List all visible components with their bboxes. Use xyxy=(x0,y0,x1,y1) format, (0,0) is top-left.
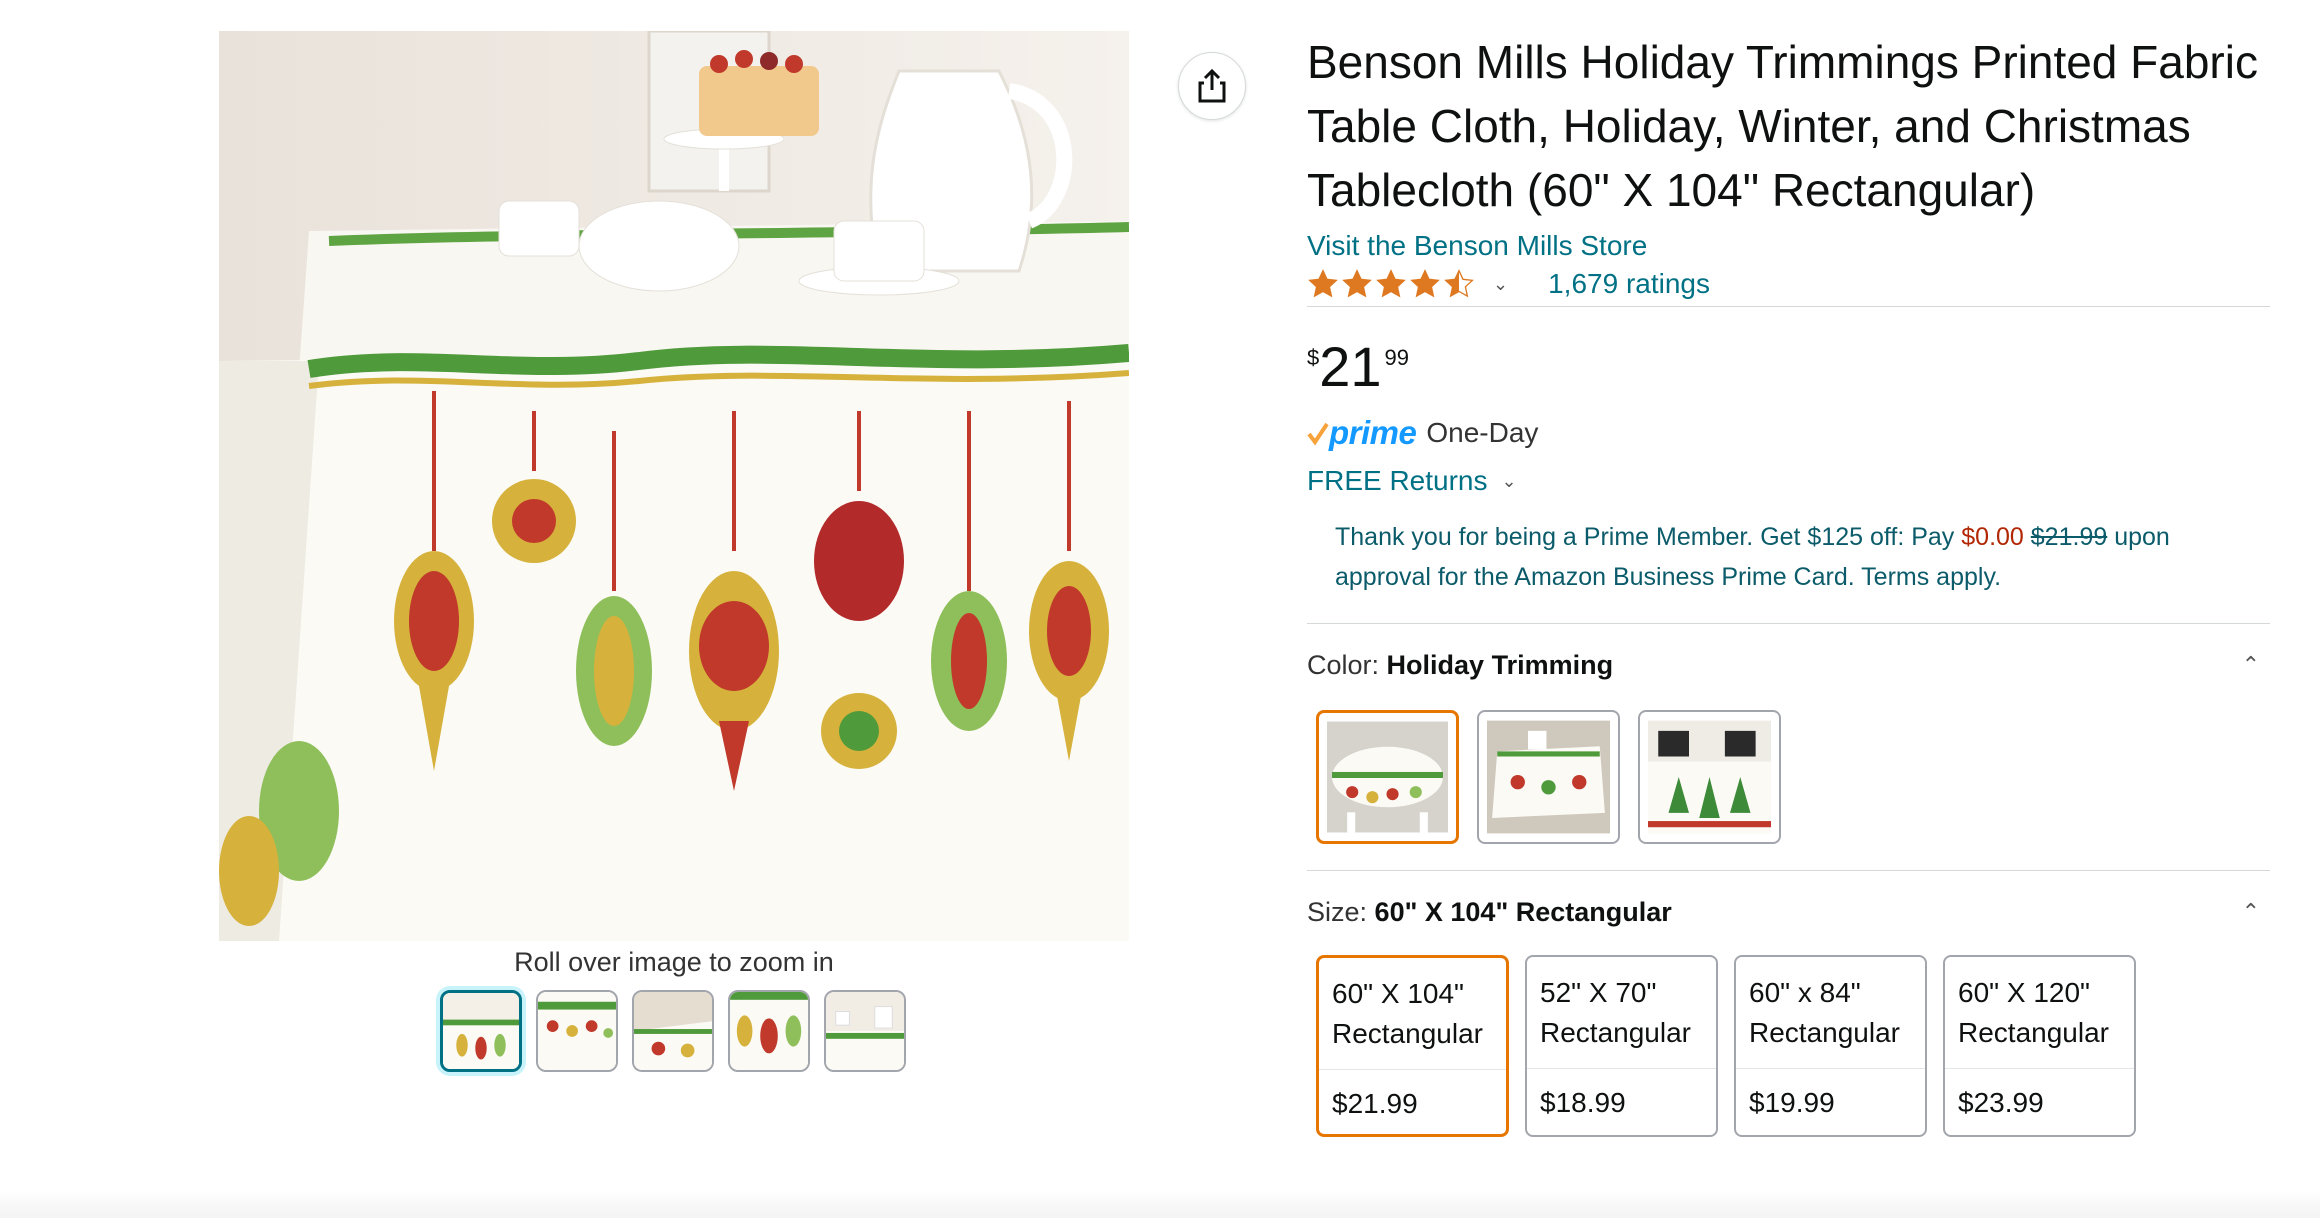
page-bottom-edge xyxy=(0,1190,2320,1218)
divider xyxy=(1307,306,2270,307)
promo-pay-amount: $0.00 xyxy=(1961,523,2024,551)
size-price: $23.99 xyxy=(1958,1087,2044,1118)
size-price: $19.99 xyxy=(1749,1087,1835,1118)
share-icon xyxy=(1198,68,1226,103)
store-link[interactable]: Visit the Benson Mills Store xyxy=(1307,228,2272,264)
promo-original-amount: $21.99 xyxy=(2030,523,2108,551)
half-star-icon xyxy=(1444,269,1474,298)
price-fraction: 99 xyxy=(1384,345,1410,370)
chevron-up-icon[interactable]: ⌃ xyxy=(2242,652,2260,678)
size-shape: Rectangular xyxy=(1749,1017,1900,1048)
size-option-52x70[interactable]: 52" X 70" Rectangular $18.99 xyxy=(1525,955,1718,1137)
price-symbol: $ xyxy=(1307,345,1320,370)
rating-row: ⌄ 1,679 ratings xyxy=(1307,264,2272,304)
thumbnail-2[interactable] xyxy=(536,990,618,1072)
star-icon xyxy=(1308,269,1338,298)
size-shape: Rectangular xyxy=(1958,1017,2109,1048)
size-dimension: 60" x 84" xyxy=(1749,977,1861,1008)
free-returns-link[interactable]: FREE Returns xyxy=(1307,465,1488,497)
size-label: Size: 60" X 104" Rectangular xyxy=(1307,896,1672,927)
star-icon xyxy=(1376,269,1406,298)
ratings-count-link[interactable]: 1,679 ratings xyxy=(1548,268,1710,300)
chevron-down-icon[interactable]: ⌄ xyxy=(1493,274,1508,295)
one-day-label: One-Day xyxy=(1426,417,1539,448)
size-shape: Rectangular xyxy=(1332,1018,1483,1049)
thumbnail-1[interactable] xyxy=(440,990,522,1072)
size-dimension: 60" X 120" xyxy=(1958,977,2090,1008)
size-option-60x120[interactable]: 60" X 120" Rectangular $23.99 xyxy=(1943,955,2136,1137)
color-swatches xyxy=(1316,710,2272,844)
color-label: Color: Holiday Trimming xyxy=(1307,649,1614,680)
color-selector-header[interactable]: Color: Holiday Trimming ⌃ xyxy=(1307,644,2272,686)
color-swatch-2[interactable] xyxy=(1477,710,1620,844)
divider xyxy=(1307,623,2270,624)
size-price: $21.99 xyxy=(1332,1088,1418,1119)
prime-badge: prime One-Day xyxy=(1307,414,2272,451)
prime-check-icon xyxy=(1307,422,1329,446)
size-selector-header[interactable]: Size: 60" X 104" Rectangular ⌃ xyxy=(1307,891,2272,933)
size-dimension: 52" X 70" xyxy=(1540,977,1657,1008)
size-shape: Rectangular xyxy=(1540,1017,1691,1048)
color-selected: Holiday Trimming xyxy=(1386,649,1614,680)
size-options: 60" X 104" Rectangular $21.99 52" X 70" … xyxy=(1316,955,2272,1137)
thumbnail-4[interactable] xyxy=(728,990,810,1072)
main-product-image[interactable] xyxy=(219,31,1129,941)
price-whole: 21 xyxy=(1319,335,1382,398)
promo-text: Thank you for being a Prime Member. Get … xyxy=(1335,523,1962,551)
color-swatch-holiday-trimming[interactable] xyxy=(1316,710,1459,844)
size-dimension: 60" X 104" xyxy=(1332,978,1464,1009)
star-icon xyxy=(1342,269,1372,298)
divider xyxy=(1307,870,2270,871)
thumbnail-5[interactable] xyxy=(824,990,906,1072)
size-option-60x104[interactable]: 60" X 104" Rectangular $21.99 xyxy=(1316,955,1509,1137)
share-button[interactable] xyxy=(1178,52,1246,120)
chevron-up-icon[interactable]: ⌃ xyxy=(2242,899,2260,925)
size-price: $18.99 xyxy=(1540,1087,1626,1118)
prime-label: prime xyxy=(1329,414,1417,451)
star-rating[interactable] xyxy=(1307,268,1475,300)
star-icon xyxy=(1410,269,1440,298)
size-selected: 60" X 104" Rectangular xyxy=(1374,896,1672,927)
thumbnail-3[interactable] xyxy=(632,990,714,1072)
thumbnail-strip xyxy=(440,990,906,1072)
size-option-60x84[interactable]: 60" x 84" Rectangular $19.99 xyxy=(1734,955,1927,1137)
product-details: Benson Mills Holiday Trimmings Printed F… xyxy=(1307,30,2272,1137)
chevron-down-icon[interactable]: ⌄ xyxy=(1502,471,1517,492)
free-returns[interactable]: FREE Returns ⌄ xyxy=(1307,463,2272,499)
zoom-hint: Roll over image to zoom in xyxy=(514,947,834,977)
price: $ 21 99 xyxy=(1307,337,2272,401)
color-swatch-3[interactable] xyxy=(1638,710,1781,844)
prime-card-promo[interactable]: Thank you for being a Prime Member. Get … xyxy=(1307,517,2247,597)
product-title: Benson Mills Holiday Trimmings Printed F… xyxy=(1307,36,2258,216)
